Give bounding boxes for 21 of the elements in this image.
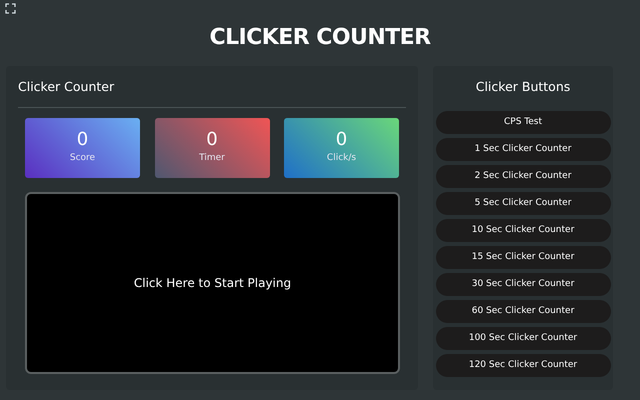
timer-button[interactable]: 1 Sec Clicker Counter (436, 138, 610, 161)
timer-button[interactable]: 10 Sec Clicker Counter (436, 218, 610, 242)
stat-value: 0 (206, 130, 218, 150)
panel-heading: Clicker Buttons (476, 78, 570, 96)
timer-button[interactable]: 60 Sec Clicker Counter (436, 300, 610, 323)
timer-button[interactable]: 2 Sec Clicker Counter (436, 164, 610, 188)
timer-button[interactable]: 100 Sec Clicker Counter (436, 326, 610, 350)
timer-button[interactable]: 5 Sec Clicker Counter (436, 192, 610, 215)
timer-button[interactable]: 120 Sec Clicker Counter (436, 354, 610, 377)
stat-label: Score (70, 152, 96, 165)
panel-heading: Clicker Counter (18, 78, 406, 108)
play-area[interactable]: Click Here to Start Playing (25, 192, 400, 374)
timer-button[interactable]: 30 Sec Clicker Counter (436, 272, 610, 296)
fullscreen-icon[interactable] (5, 3, 16, 14)
stat-label: Timer (199, 152, 225, 165)
stat-value: 0 (336, 130, 348, 150)
timer-button[interactable]: CPS Test (436, 110, 610, 134)
stat-value: 0 (76, 130, 88, 150)
page-title: CLICKER COUNTER (209, 24, 431, 52)
timer-button[interactable]: 15 Sec Clicker Counter (436, 246, 610, 269)
stat-label: Click/s (326, 152, 356, 165)
